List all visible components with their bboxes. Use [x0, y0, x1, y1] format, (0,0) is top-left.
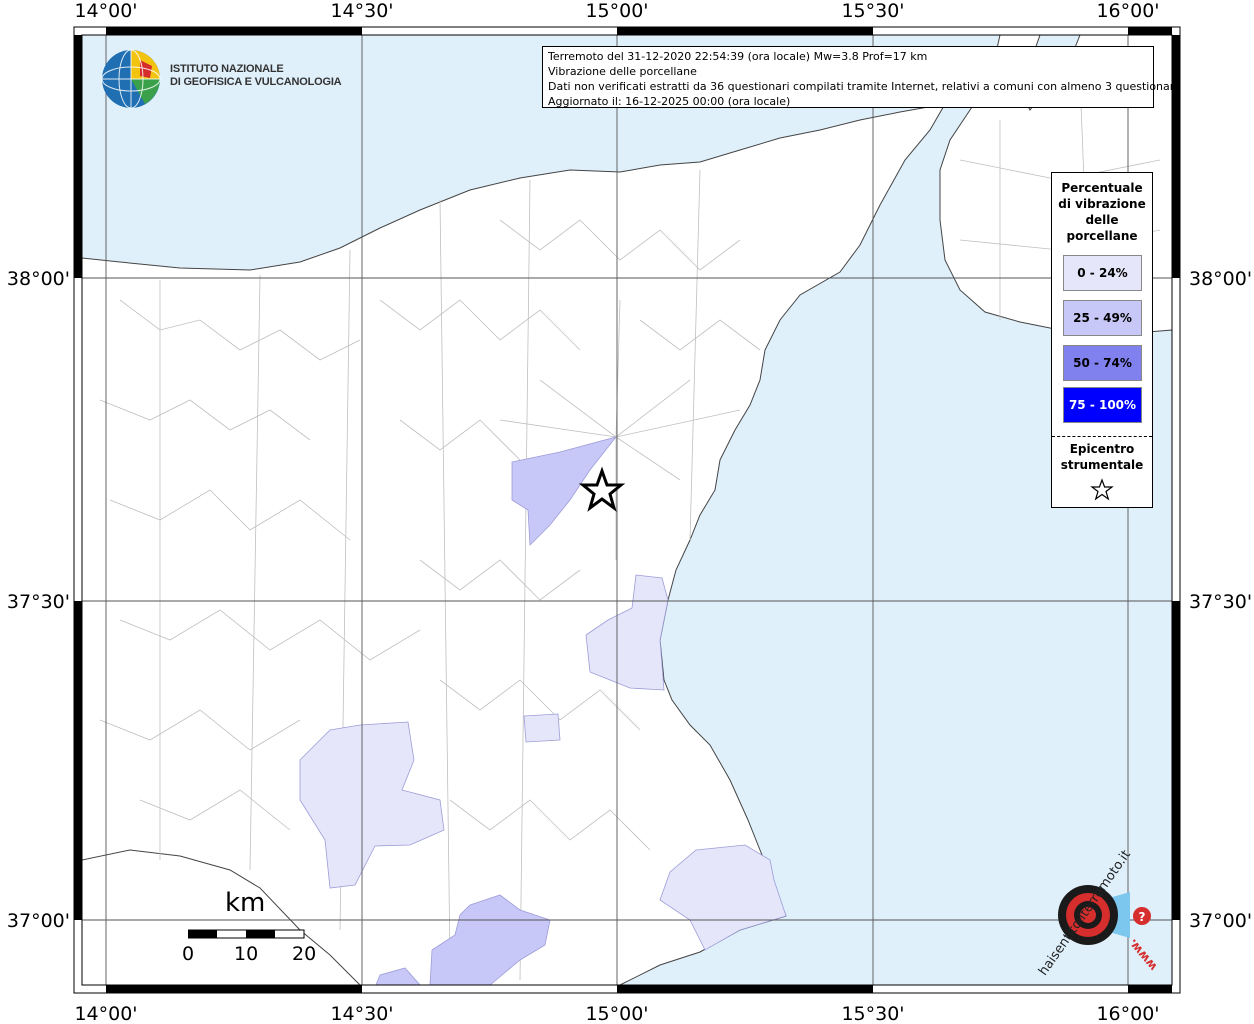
ingv-name-line1: ISTITUTO NAZIONALE [170, 63, 284, 75]
lon-label-top: 15°00' [585, 0, 648, 22]
lat-label-left: 37°30' [7, 591, 70, 613]
ingv-name: ISTITUTO NAZIONALE DI GEOFISICA E VULCAN… [170, 63, 342, 89]
event-data-note: Dati non verificati estratti da 36 quest… [548, 80, 1181, 93]
legend-class-75-100: 75 - 100% [1063, 387, 1142, 423]
lon-label-bottom: 14°00' [74, 1003, 137, 1024]
event-subtitle: Vibrazione delle porcellane [548, 65, 697, 78]
haisentito-logo: ? haisentitoilterremoto.it www. [1028, 848, 1160, 982]
lat-label-right: 37°00' [1189, 910, 1252, 932]
lon-label-bottom: 15°30' [841, 1003, 904, 1024]
event-info-box: Terremoto del 31-12-2020 22:54:39 (ora l… [542, 46, 1181, 108]
scale-bar: km 0 10 20 [180, 888, 330, 974]
legend: Percentuale di vibrazione delle porcella… [1051, 172, 1153, 508]
ingv-logo: ISTITUTO NAZIONALE DI GEOFISICA E VULCAN… [100, 48, 342, 110]
scale-tick-10: 10 [234, 943, 259, 965]
legend-class-0-24: 0 - 24% [1063, 255, 1142, 291]
svg-text:?: ? [1139, 910, 1146, 924]
ingv-globe-icon [101, 49, 161, 109]
legend-class-50-74: 50 - 74% [1063, 345, 1142, 381]
scale-tick-0: 0 [182, 943, 195, 965]
lon-label-bottom: 15°00' [585, 1003, 648, 1024]
comune-class-0-24 [523, 713, 561, 743]
scale-bar-graphic [188, 929, 305, 939]
lon-label-top: 16°00' [1096, 0, 1159, 22]
lat-label-right: 37°30' [1189, 591, 1252, 613]
scale-tick-20: 20 [292, 943, 317, 965]
event-updated: Aggiornato il: 16-12-2025 00:00 (ora loc… [548, 95, 791, 108]
ingv-name-line2: DI GEOFISICA E VULCANOLOGIA [170, 76, 342, 88]
lat-label-left: 38°00' [7, 268, 70, 290]
lon-label-bottom: 14°30' [330, 1003, 393, 1024]
lon-label-top: 14°00' [74, 0, 137, 22]
lon-label-top: 15°30' [841, 0, 904, 22]
scale-unit: km [225, 888, 266, 918]
lat-label-left: 37°00' [7, 910, 70, 932]
lon-label-bottom: 16°00' [1096, 1003, 1159, 1024]
legend-epicenter-label: Epicentro strumentale [1060, 442, 1144, 472]
legend-class-25-49: 25 - 49% [1063, 300, 1142, 336]
legend-separator [1052, 436, 1152, 437]
legend-title: Percentuale di vibrazione delle porcella… [1058, 181, 1146, 243]
event-title: Terremoto del 31-12-2020 22:54:39 (ora l… [548, 50, 928, 63]
lat-label-right: 38°00' [1189, 268, 1252, 290]
star-icon [1090, 478, 1114, 501]
lon-label-top: 14°30' [330, 0, 393, 22]
